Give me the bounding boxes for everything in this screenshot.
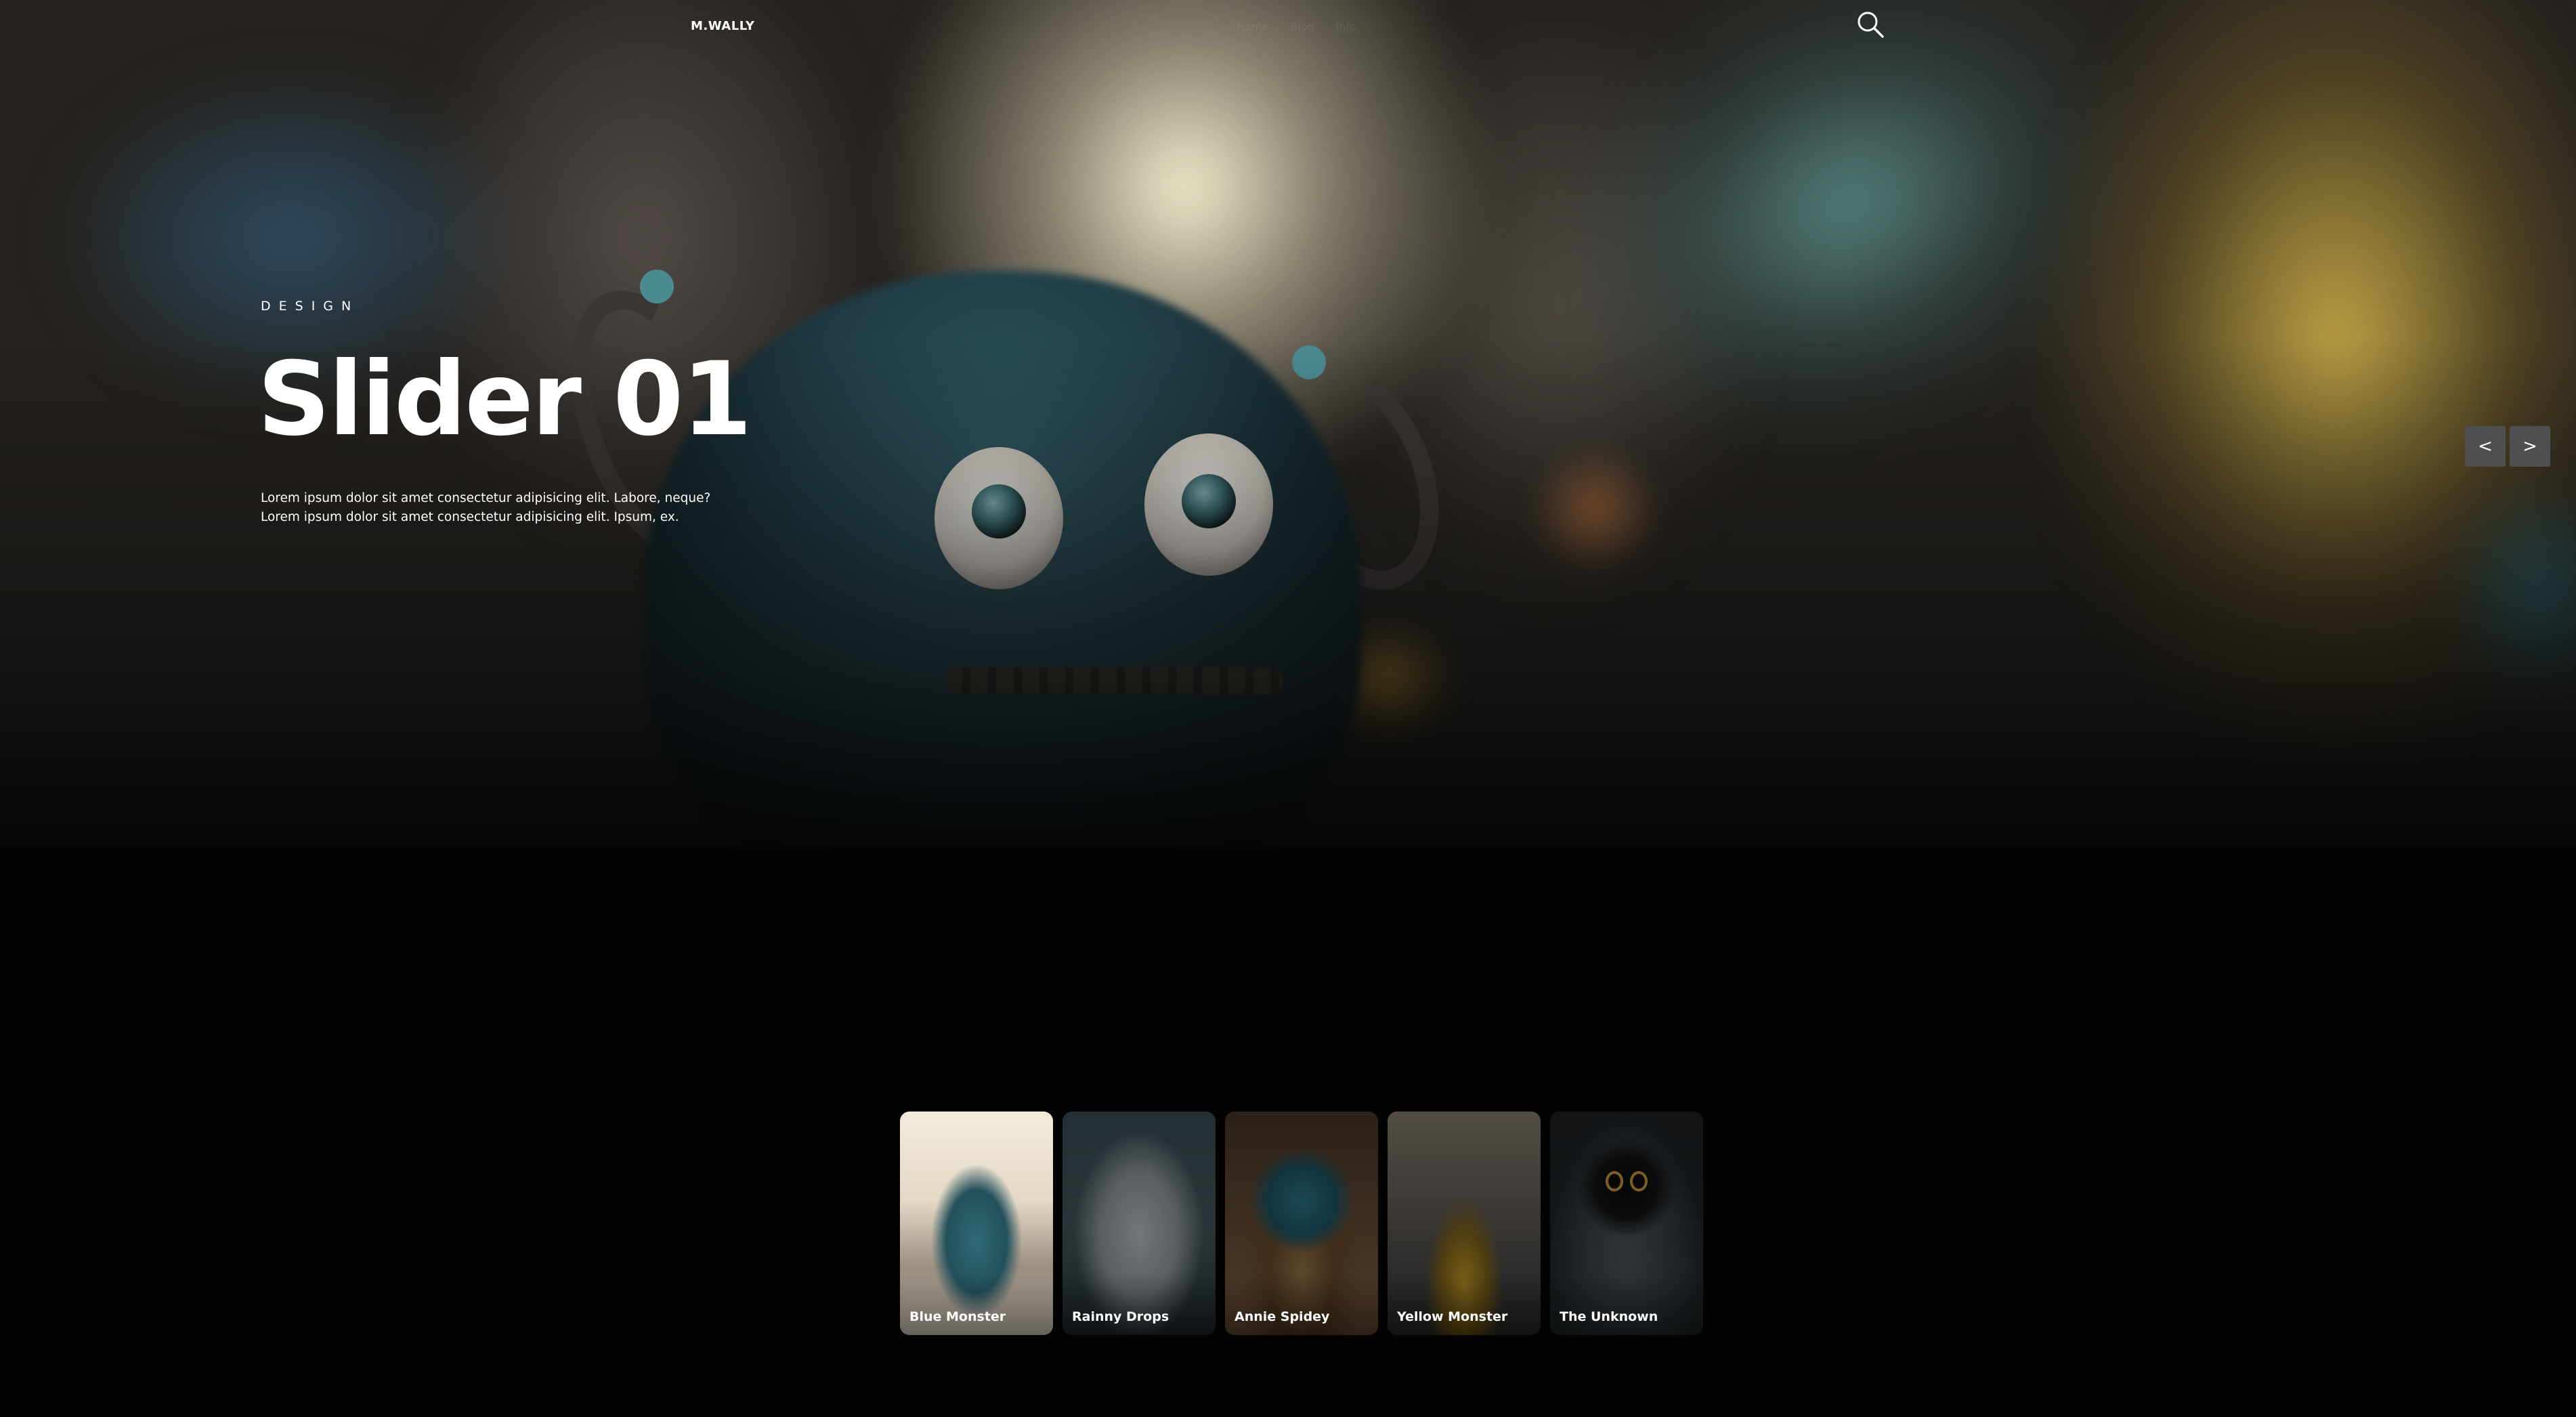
slide-title: Slider 01 xyxy=(257,341,752,459)
slide-description: Lorem ipsum dolor sit amet consectetur a… xyxy=(261,491,711,524)
thumbnail-caption: Annie Spidey xyxy=(1235,1309,1330,1324)
nav-link-info[interactable]: Info xyxy=(1336,20,1356,33)
nav-links: Home Blog Info xyxy=(1237,20,1356,33)
thumbnail-rainny-drops[interactable]: Rainny Drops xyxy=(1062,1112,1216,1335)
slide-category: DESIGN xyxy=(261,299,360,314)
thumbnail-the-unknown[interactable]: The Unknown xyxy=(1550,1112,1703,1335)
slider-page: M.WALLY Home Blog Info DESIGN Slider 01 … xyxy=(0,0,2576,1417)
nav-link-blog[interactable]: Blog xyxy=(1290,20,1314,33)
thumbnail-caption: Blue Monster xyxy=(909,1309,1006,1324)
thumbnail-strip: Blue Monster Rainny Drops Annie Spidey Y… xyxy=(900,1112,1703,1335)
prev-slide-button[interactable]: < xyxy=(2465,426,2506,467)
thumbnail-blue-monster[interactable]: Blue Monster xyxy=(900,1112,1053,1335)
thumbnail-annie-spidey[interactable]: Annie Spidey xyxy=(1225,1112,1378,1335)
thumbnail-caption: The Unknown xyxy=(1560,1309,1658,1324)
next-slide-button[interactable]: > xyxy=(2510,426,2550,467)
search-icon xyxy=(1858,12,1884,38)
nav-link-home[interactable]: Home xyxy=(1237,20,1268,33)
thumbnail-caption: Rainny Drops xyxy=(1072,1309,1169,1324)
search-button[interactable] xyxy=(1855,9,1887,41)
logo[interactable]: M.WALLY xyxy=(691,19,754,33)
thumbnail-yellow-monster[interactable]: Yellow Monster xyxy=(1388,1112,1541,1335)
thumbnail-caption: Yellow Monster xyxy=(1397,1309,1508,1324)
